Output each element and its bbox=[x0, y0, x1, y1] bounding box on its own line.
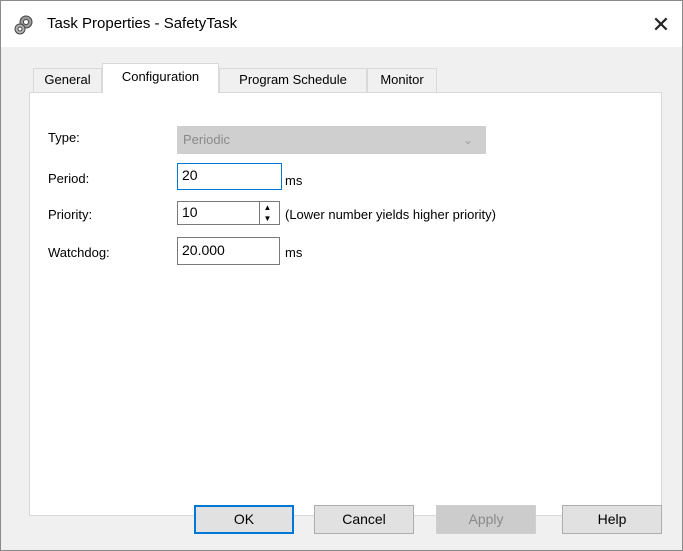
priority-label: Priority: bbox=[48, 207, 93, 222]
period-unit: ms bbox=[285, 173, 303, 188]
type-label: Type: bbox=[48, 130, 80, 145]
close-icon[interactable]: ✕ bbox=[641, 5, 681, 45]
gear-icon bbox=[13, 14, 35, 36]
tab-general[interactable]: General bbox=[33, 68, 102, 92]
tab-program-schedule[interactable]: Program Schedule bbox=[219, 68, 367, 92]
window-title: Task Properties - SafetyTask bbox=[47, 15, 238, 32]
tab-monitor[interactable]: Monitor bbox=[367, 68, 437, 92]
watchdog-input[interactable]: 20.000 bbox=[177, 237, 280, 265]
period-label: Period: bbox=[48, 171, 90, 186]
title-bar: Task Properties - SafetyTask ✕ bbox=[1, 1, 682, 47]
configuration-panel: Type: Periodic ⌄ Period: 20 ms Priority:… bbox=[29, 92, 662, 516]
watchdog-label: Watchdog: bbox=[48, 245, 110, 260]
priority-hint: (Lower number yields higher priority) bbox=[285, 207, 496, 222]
apply-button[interactable]: Apply bbox=[436, 505, 536, 534]
help-button[interactable]: Help bbox=[562, 505, 662, 534]
type-select-value: Periodic bbox=[183, 132, 230, 147]
priority-stepper[interactable]: ▲ ▼ bbox=[259, 202, 275, 224]
period-input[interactable]: 20 bbox=[177, 163, 282, 190]
cancel-button[interactable]: Cancel bbox=[314, 505, 414, 534]
stepper-up-icon[interactable]: ▲ bbox=[260, 202, 275, 213]
ok-button[interactable]: OK bbox=[194, 505, 294, 534]
chevron-down-icon: ⌄ bbox=[462, 133, 473, 147]
stepper-down-icon[interactable]: ▼ bbox=[260, 213, 275, 224]
type-select[interactable]: Periodic ⌄ bbox=[177, 126, 486, 154]
watchdog-unit: ms bbox=[285, 245, 303, 260]
tab-configuration[interactable]: Configuration bbox=[102, 63, 219, 93]
task-properties-dialog: Task Properties - SafetyTask ✕ General C… bbox=[0, 0, 683, 551]
